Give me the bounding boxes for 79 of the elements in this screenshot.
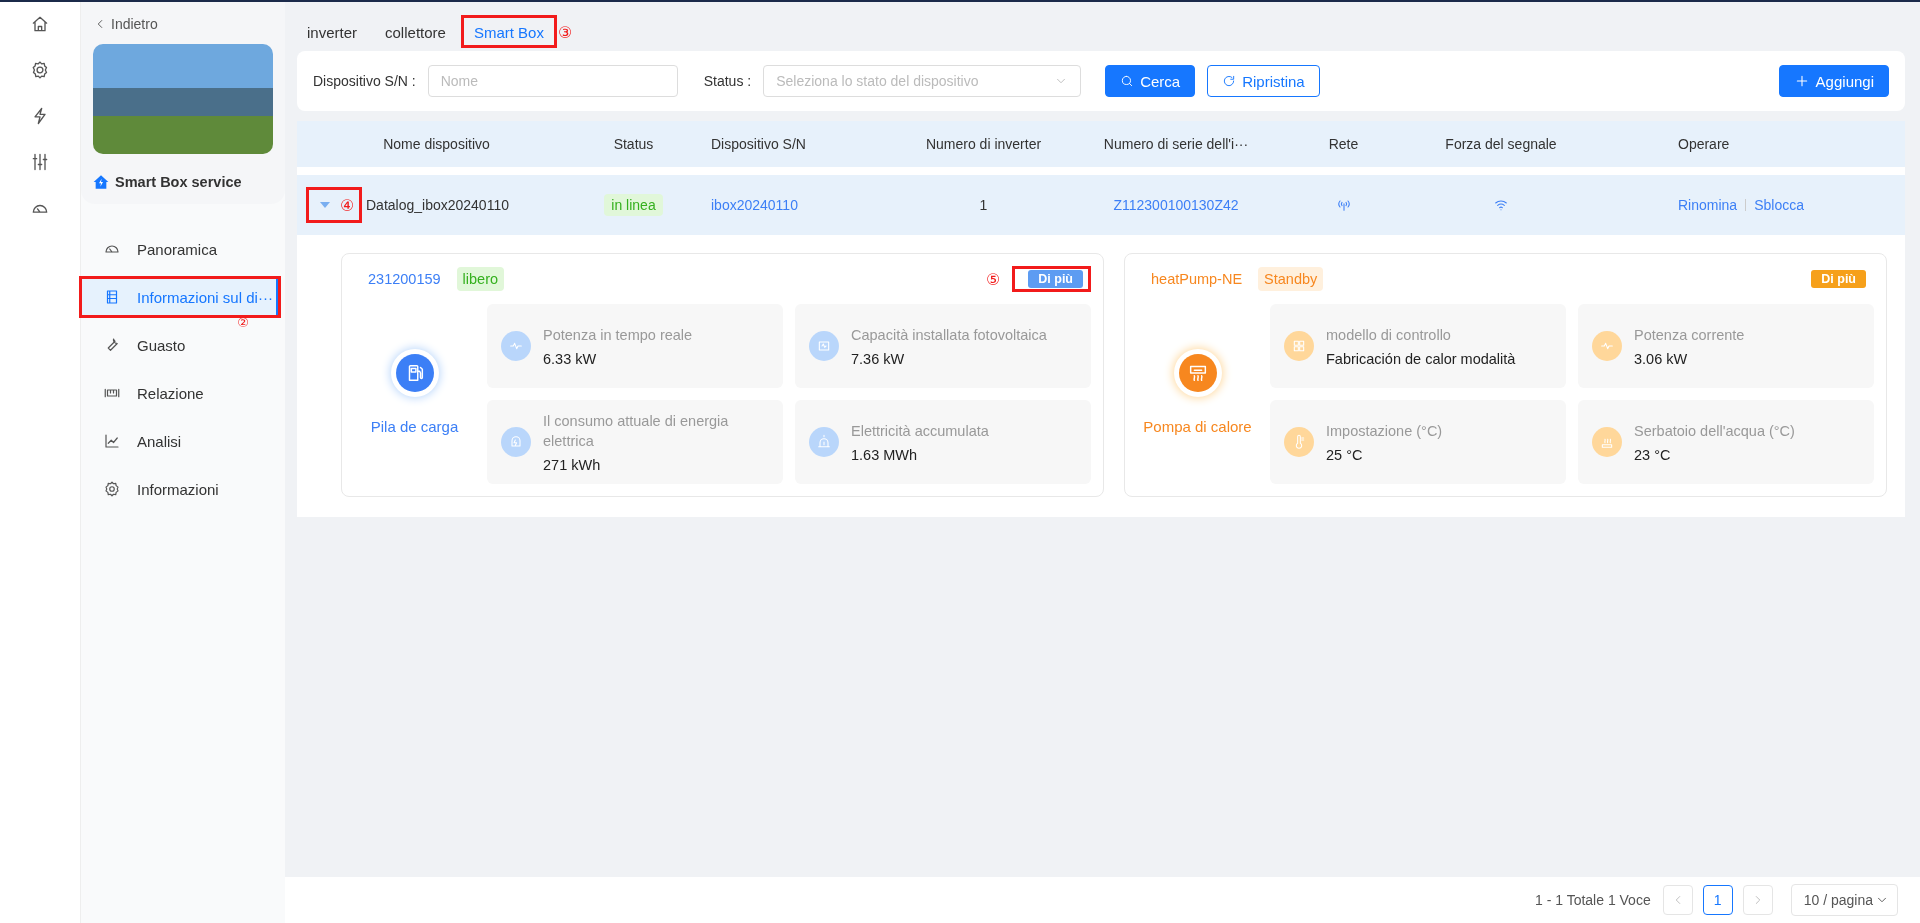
metric-label: modello di controllo [1326, 325, 1452, 345]
callout-number: ③ [557, 22, 573, 41]
sidebar-item[interactable]: Relazione [81, 374, 285, 412]
action-link[interactable]: Sblocca [1754, 197, 1804, 213]
sliders-icon[interactable] [30, 152, 50, 172]
panel-icon [809, 331, 839, 361]
metric-label: Capacità installata fotovoltaica [851, 325, 1047, 345]
pulse-icon [1592, 331, 1622, 361]
sidebar-item[interactable]: Informazioni [81, 470, 285, 508]
input-field[interactable]: Nome [427, 65, 678, 97]
callout-number: ② [237, 317, 249, 328]
column-header: Status [612, 136, 655, 152]
more-button[interactable]: Di più [1028, 270, 1083, 288]
site-title: Smart Box service [115, 174, 242, 190]
settings-icon [103, 480, 121, 498]
settings-icon[interactable] [30, 60, 50, 80]
device-id: heatPump-NE [1151, 271, 1243, 287]
column-header: Forza del segnale [1444, 136, 1558, 152]
pulse-icon [501, 331, 531, 361]
column-header: Dispositivo S/N [710, 136, 807, 152]
metric-label: Potenza corrente [1634, 325, 1745, 345]
sidebar-item[interactable]: Analisi [81, 422, 285, 460]
house-icon [93, 174, 109, 190]
metric-value: 23 °C [1634, 447, 1672, 464]
callout-number: ⑤ [985, 269, 1001, 289]
search-icon [1120, 74, 1135, 88]
expand-toggle[interactable]: ④ [306, 187, 362, 223]
state-tag: Standby [1258, 267, 1324, 291]
column-header: Nome dispositivo [382, 136, 491, 152]
device-type-label: Pompa di calore [1143, 417, 1252, 435]
table-cell: Datalog_ibox20240110 [366, 197, 509, 213]
home-icon[interactable] [30, 14, 50, 34]
back-link[interactable]: Indietro [111, 16, 158, 32]
metric-label: Serbatoio dell'acqua (°C) [1634, 421, 1795, 441]
sidebar-item[interactable]: Panoramica [81, 230, 285, 268]
column-header: Numero di inverter [924, 136, 1043, 152]
state-tag: libero [456, 267, 505, 291]
grid-icon [1284, 331, 1314, 361]
field-label: Status : [703, 73, 752, 89]
metric-value: 271 kWh [543, 457, 602, 474]
metric-value: 25 °C [1326, 447, 1364, 464]
serial-link[interactable]: Z112300100130Z42 [1113, 197, 1239, 213]
metric-label: Impostazione (°C) [1326, 421, 1443, 441]
metric-label: Elettricità accumulata [851, 421, 989, 441]
page-button[interactable]: 1 [1702, 885, 1733, 915]
tab[interactable]: collettore [375, 18, 456, 45]
caret-icon [320, 200, 330, 210]
metric-value: Fabricación de calor modalità [1326, 351, 1516, 368]
line-chart-icon [103, 432, 121, 450]
column-header: Rete [1327, 136, 1360, 152]
device-type-label: Pila de carga [370, 417, 459, 435]
wifi-icon [1493, 197, 1509, 213]
alarm-icon [809, 427, 839, 457]
callout-number: ④ [340, 195, 355, 215]
add-button[interactable]: Aggiungi [1778, 65, 1889, 97]
page-size-dropdown[interactable]: 10 / pagina [1790, 884, 1898, 916]
tab[interactable]: inverter [297, 18, 368, 45]
more-button[interactable]: Di più [1811, 270, 1866, 288]
metric-value: 6.33 kW [543, 351, 598, 368]
metric-label: Potenza in tempo reale [543, 325, 693, 345]
device-id: 231200159 [368, 271, 441, 287]
metric-value: 7.36 kW [851, 351, 906, 368]
metric-value: 3.06 kW [1634, 351, 1689, 368]
steam-icon [1592, 427, 1622, 457]
refresh-icon [1222, 74, 1237, 88]
action-link[interactable]: Rinomina [1678, 197, 1738, 213]
column-header: Numero di serie dell'i··· [1102, 136, 1250, 152]
column-header: Operare [1677, 136, 1731, 152]
metric-label: Il consumo attuale di energia elettrica [543, 411, 730, 451]
metric-value: 1.63 MWh [851, 447, 919, 464]
table-cell-text: 1 [978, 197, 989, 213]
search-button[interactable]: Cerca [1105, 65, 1196, 97]
pagination-summary: 1 - 1 Totale 1 Voce [1535, 892, 1651, 908]
thermometer-icon [1284, 427, 1314, 457]
field-label: Dispositivo S/N : [313, 73, 416, 89]
reset-button[interactable]: Ripristina [1207, 65, 1320, 97]
device-link[interactable]: ibox20240110 [691, 197, 881, 213]
sidebar-item[interactable]: Guasto [81, 326, 285, 364]
status-tag: in linea [604, 194, 663, 216]
